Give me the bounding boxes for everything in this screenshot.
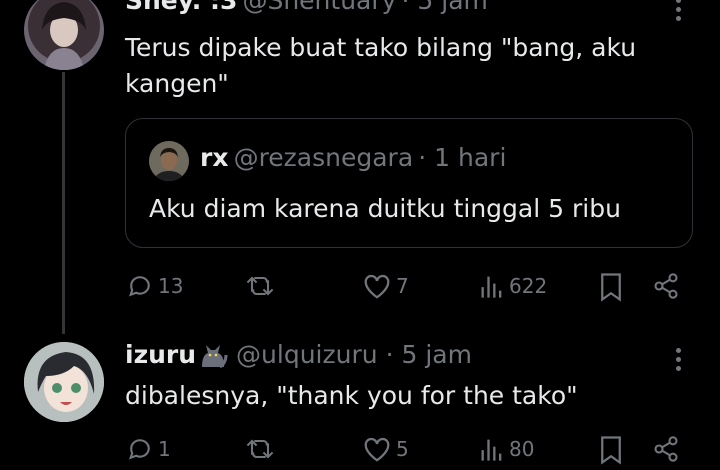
views-count: 80 [509,437,535,461]
quote-time[interactable]: · 1 hari [418,143,506,172]
like-button[interactable]: 5 [362,435,409,463]
views-button[interactable]: 80 [479,435,534,463]
more-icon[interactable] [676,348,681,371]
post-text-line: Terus dipake buat tako bilang "bang, aku [125,33,637,62]
post-text: Terus dipake buat tako bilang "bang, aku… [125,30,705,102]
like-button[interactable]: 7 [362,272,409,300]
quoted-post[interactable]: rx @rezasnegara · 1 hari Aku diam karena… [125,118,693,248]
share-button[interactable] [652,435,680,463]
bookmark-icon [601,273,621,302]
share-icon [654,436,678,462]
quote-avatar[interactable] [149,141,189,181]
reply-icon [128,439,150,460]
reply-count: 13 [158,274,184,298]
like-count: 7 [396,274,409,298]
quote-author-handle[interactable]: @rezasnegara [234,143,414,172]
bookmark-button[interactable] [598,272,624,302]
avatar-portrait-icon [42,2,86,70]
post-time[interactable]: · 5 jam [386,340,472,369]
views-icon [481,439,502,461]
share-icon [654,273,678,299]
bookmark-button[interactable] [598,435,624,465]
post-time[interactable]: · 5 jam [402,0,488,15]
repost-button[interactable] [244,435,280,463]
repost-icon [246,439,274,459]
repost-icon [246,276,274,296]
reply-count: 1 [158,437,171,461]
avatar[interactable] [24,0,104,70]
reply-icon [128,276,150,297]
bookmark-icon [601,436,621,465]
author-handle[interactable]: @ulquizuru [236,340,378,369]
repost-button[interactable] [244,272,280,300]
cat-emoji-icon [202,344,228,368]
more-icon[interactable] [676,0,681,21]
post-text-line: kangen" [125,69,229,98]
views-icon [481,276,502,298]
like-icon [364,274,390,299]
reply-button[interactable]: 1 [126,435,171,463]
like-count: 5 [396,437,409,461]
post-text: dibalesnya, "thank you for the tako" [125,381,578,410]
share-button[interactable] [652,272,680,300]
thread-line [62,72,65,334]
author-name[interactable]: izuru [125,340,196,369]
views-button[interactable]: 622 [479,272,547,300]
quote-author-name[interactable]: rx [200,143,228,172]
reply-button[interactable]: 13 [126,272,183,300]
quote-text: Aku diam karena duitku tinggal 5 ribu [149,194,621,223]
quote-avatar-portrait-icon [149,141,189,181]
views-count: 622 [509,274,548,298]
author-name[interactable]: Shey. :3 [125,0,237,15]
like-icon [364,437,390,462]
author-handle[interactable]: @Shentuary [242,0,396,15]
avatar[interactable] [24,342,104,422]
avatar-anime-icon [24,342,104,422]
